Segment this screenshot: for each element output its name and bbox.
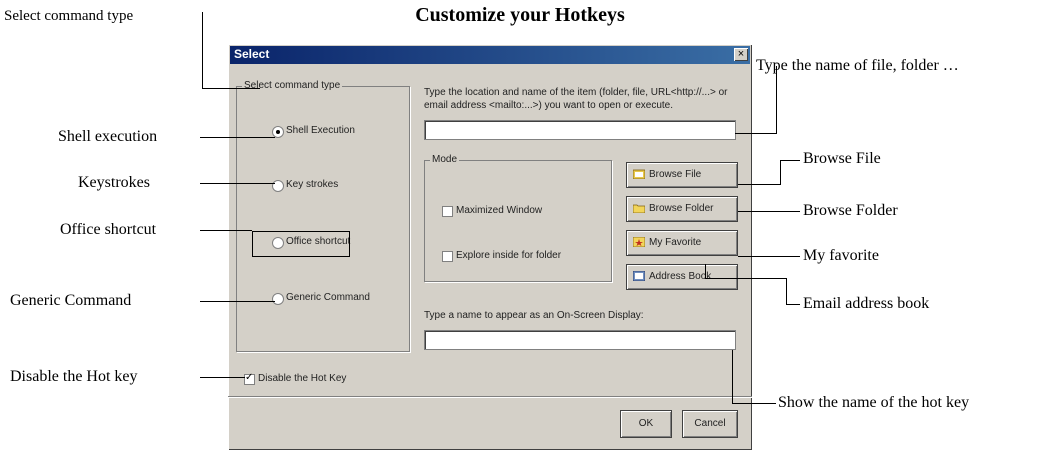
favorites-icon [633,237,645,247]
osd-label: Type a name to appear as an On-Screen Di… [424,310,644,321]
leader-line [732,403,776,404]
my-favorite-button[interactable]: My Favorite [626,230,738,256]
leader-line [776,66,777,133]
annotation-office-shortcut: Office shortcut [60,221,157,238]
annotation-keystrokes: Keystrokes [78,174,150,191]
annotation-show-name: Show the name of the hot key [778,394,970,411]
maximized-window-checkbox[interactable] [442,206,453,217]
leader-line [200,183,275,184]
office-shortcut-highlight [252,231,350,257]
key-strokes-radio[interactable] [272,180,284,192]
mode-group-label: Mode [430,154,460,165]
browse-file-button[interactable]: Browse File [626,162,738,188]
instruction-line-1: Type the location and name of the item (… [424,87,728,98]
disable-hotkey-checkbox[interactable] [244,372,255,385]
generic-command-label: Generic Command [286,292,370,303]
leader-line [732,350,733,404]
page-title: Customize your Hotkeys [415,4,625,26]
leader-line [780,160,800,161]
leader-line [780,160,781,185]
leader-line [738,211,800,212]
maximized-window-label: Maximized Window [456,205,543,216]
osd-input[interactable] [424,330,736,350]
location-input[interactable] [424,120,736,140]
generic-command-radio[interactable] [272,293,284,305]
key-strokes-label: Key strokes [286,179,339,190]
annotation-shell-execution: Shell execution [58,128,158,145]
leader-line [735,133,777,134]
close-icon[interactable]: × [734,48,748,61]
leader-line [200,137,275,138]
annotation-generic-command: Generic Command [10,292,132,309]
leader-line [738,256,800,257]
annotation-type-name: Type the name of file, folder … [756,57,959,74]
leader-line [786,304,800,305]
leader-line [705,278,787,279]
disable-hotkey-label: Disable the Hot Key [258,373,347,384]
explore-inside-checkbox[interactable] [442,251,453,262]
leader-line [202,88,260,89]
command-type-group-label: Select command type [242,80,343,91]
dialog-title: Select [234,47,270,61]
annotation-disable-hot-key: Disable the Hot key [10,368,138,385]
cancel-button[interactable]: Cancel [682,410,738,438]
folder-open-icon [633,169,645,179]
leader-line [200,230,252,231]
footer-divider [228,396,752,397]
explore-inside-label: Explore inside for folder [456,250,562,261]
instruction-line-2: email address <mailto:...>) you want to … [424,100,674,111]
annotation-browse-file: Browse File [803,150,881,167]
annotation-my-favorite: My favorite [803,247,879,264]
leader-line [705,264,706,279]
select-dialog: Select × Select command type Shell Execu… [228,44,752,450]
shell-execution-label: Shell Execution [286,125,355,136]
leader-line [202,12,203,88]
leader-line [786,278,787,305]
mode-group [424,160,612,282]
browse-folder-button[interactable]: Browse Folder [626,196,738,222]
dialog-titlebar: Select × [230,46,750,64]
ok-button[interactable]: OK [620,410,672,438]
annotation-select-command-type: Select command type [4,8,134,24]
folder-icon [633,204,645,213]
annotation-email-address-book: Email address book [803,295,930,312]
leader-line [200,377,245,378]
address-book-button[interactable]: Address Book [626,264,738,290]
address-book-icon [633,271,645,281]
annotation-browse-folder: Browse Folder [803,202,898,219]
leader-line [738,184,781,185]
leader-line [200,301,275,302]
